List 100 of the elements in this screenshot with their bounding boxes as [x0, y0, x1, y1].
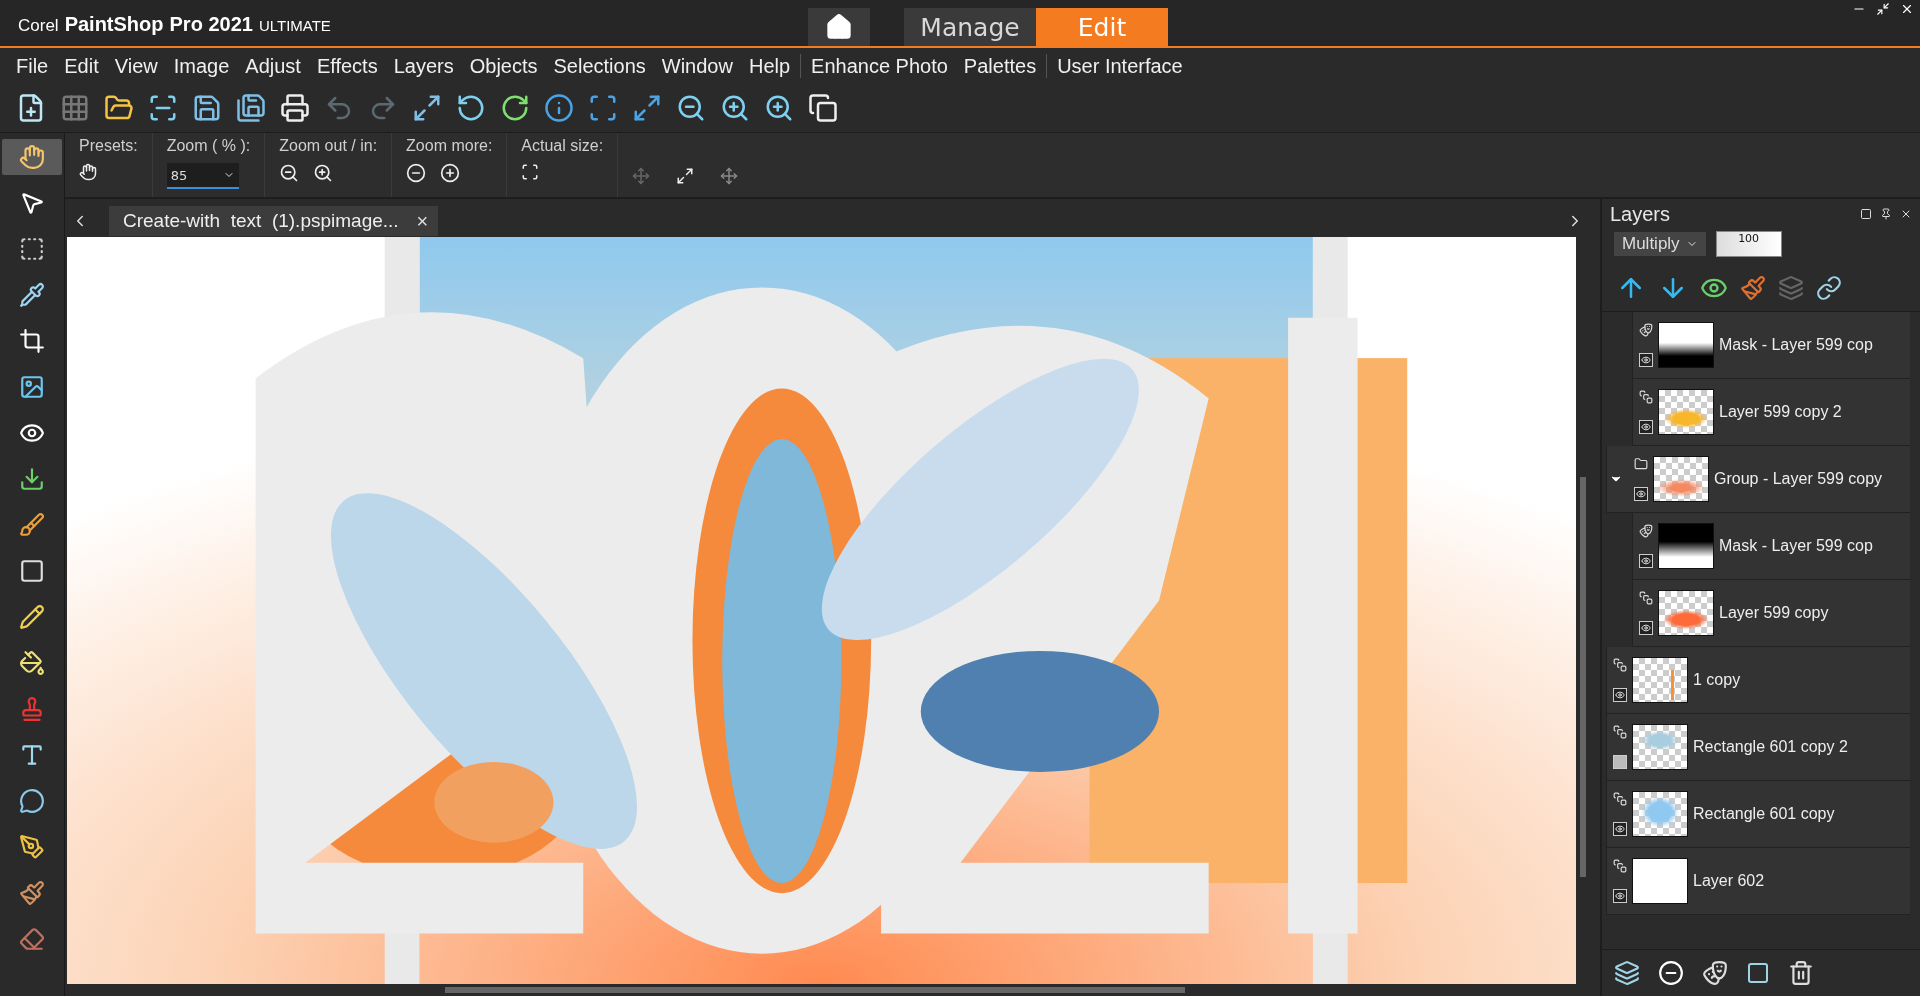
layer-name: Mask - Layer 599 cop — [1719, 537, 1873, 555]
rotate-left-icon[interactable] — [456, 93, 486, 123]
save-icon[interactable] — [192, 93, 222, 123]
product-edition: ULTIMATE — [258, 17, 331, 34]
actual-size-icon[interactable] — [588, 93, 618, 123]
mask-icon — [1639, 323, 1653, 337]
zoom-field[interactable]: 85 — [166, 163, 239, 189]
layer-icon — [1639, 390, 1653, 404]
layer-row[interactable]: Rectangle 601 copy 2 — [1606, 714, 1910, 781]
brush-icon — [19, 512, 45, 538]
layer-row[interactable]: Rectangle 601 copy — [1606, 781, 1910, 848]
link-icon[interactable] — [1816, 275, 1842, 301]
paintbrush-icon[interactable] — [1740, 275, 1766, 301]
speech-bubble-icon — [19, 788, 45, 814]
group-icon — [1634, 457, 1648, 471]
layer-row[interactable]: Mask - Layer 599 cop — [1632, 312, 1910, 379]
magnifier-icon[interactable] — [764, 93, 794, 123]
restore-icon[interactable] — [1876, 2, 1890, 16]
pin-icon[interactable] — [1880, 208, 1892, 220]
float-icon[interactable] — [1860, 208, 1872, 220]
workspace-tab[interactable]: Manage — [904, 8, 1036, 46]
layer-thumbnail — [1658, 389, 1714, 435]
menu-item[interactable]: Effects — [308, 54, 386, 78]
visibility-toggle[interactable] — [1613, 822, 1627, 836]
layer-name: Layer 599 copy 2 — [1719, 403, 1842, 421]
layer-row[interactable]: Group - Layer 599 copy — [1606, 446, 1910, 513]
save-as-icon[interactable] — [236, 93, 266, 123]
layer-name: Rectangle 601 copy 2 — [1693, 738, 1848, 756]
layer-thumbnail — [1658, 590, 1714, 636]
menu-item[interactable]: Selections — [545, 54, 654, 78]
document-tab[interactable]: Create-with text (1).pspimage... × — [109, 206, 439, 236]
selection-icon — [19, 236, 45, 262]
visibility-toggle[interactable] — [1639, 621, 1653, 635]
visibility-toggle[interactable] — [1613, 755, 1627, 769]
zoom-in-icon[interactable] — [313, 163, 334, 183]
info-icon[interactable] — [544, 93, 574, 123]
square-icon[interactable] — [1746, 961, 1770, 985]
documents-icon[interactable] — [808, 93, 838, 123]
menu-item[interactable]: Objects — [461, 54, 546, 78]
close-icon[interactable] — [1900, 2, 1914, 16]
menu-item[interactable]: Edit — [56, 54, 107, 78]
trash-icon[interactable] — [1788, 960, 1814, 986]
zoom-out-icon[interactable] — [676, 93, 706, 123]
visibility-toggle[interactable] — [1613, 889, 1627, 903]
blend-mode-dropdown[interactable]: Multiply — [1614, 232, 1706, 256]
visibility-toggle[interactable] — [1639, 353, 1653, 367]
zoom-minus-icon[interactable] — [406, 163, 427, 183]
menu-item[interactable]: Image — [165, 54, 238, 78]
visibility-toggle[interactable] — [1639, 554, 1653, 568]
menu-item[interactable]: Layers — [385, 54, 462, 78]
layer-row[interactable]: 1 copy — [1606, 647, 1910, 714]
fit-icon[interactable] — [676, 167, 695, 185]
paintbrush-icon — [19, 880, 45, 906]
rotate-right-icon[interactable] — [500, 93, 530, 123]
close-tab-button[interactable]: × — [416, 209, 429, 233]
layer-row[interactable]: Layer 602 — [1606, 848, 1910, 915]
layer-icon — [1613, 658, 1627, 672]
visibility-toggle[interactable] — [1639, 420, 1653, 434]
menu-item[interactable]: User Interface — [1049, 54, 1191, 78]
layer-row[interactable]: Mask - Layer 599 cop — [1632, 513, 1910, 580]
crop-icon — [19, 328, 45, 354]
menu-item[interactable]: Adjust — [237, 54, 309, 78]
home-button[interactable] — [808, 8, 870, 46]
menu-item[interactable]: Window — [653, 54, 741, 78]
layer-thumbnail — [1658, 523, 1714, 569]
fit-window-icon[interactable] — [632, 93, 662, 123]
pen-icon — [19, 834, 45, 860]
opacity-field[interactable]: 100 — [1715, 231, 1782, 257]
menu-item[interactable]: Enhance Photo — [803, 54, 956, 78]
layers-icon[interactable] — [1778, 275, 1804, 301]
layer-thumbnail — [1632, 791, 1688, 837]
visibility-toggle[interactable] — [1613, 688, 1627, 702]
visibility-toggle[interactable] — [1634, 487, 1648, 501]
zoom-in-icon[interactable] — [720, 93, 750, 123]
zoom-plus-icon[interactable] — [440, 163, 461, 183]
option-label: Presets: — [79, 137, 138, 155]
layer-name: Layer 599 copy — [1719, 604, 1829, 622]
layer-row[interactable]: Layer 599 copy 2 — [1632, 379, 1910, 446]
mask-icon[interactable] — [1702, 960, 1728, 986]
dropper-icon — [19, 282, 45, 308]
layer-row[interactable]: Layer 599 copy — [1632, 580, 1910, 647]
actual-size-icon[interactable] — [521, 163, 540, 181]
layer-name: Rectangle 601 copy — [1693, 805, 1835, 823]
eraser-icon — [19, 926, 45, 952]
hand-icon[interactable] — [79, 163, 97, 181]
layer-icon — [1613, 725, 1627, 739]
menu-item[interactable]: File — [8, 54, 57, 78]
printer-icon[interactable] — [280, 93, 310, 123]
hand-icon — [19, 144, 45, 170]
layer-thumbnail — [1632, 724, 1688, 770]
pencil-icon — [19, 604, 45, 630]
layer-thumbnail — [1658, 322, 1714, 368]
menu-item[interactable]: Help — [740, 54, 799, 78]
menu-item[interactable]: View — [106, 54, 166, 78]
menu-item[interactable]: Palettes — [955, 54, 1045, 78]
new-layer-icon[interactable] — [1614, 960, 1640, 986]
close-icon[interactable] — [1900, 208, 1912, 220]
grid-icon[interactable] — [60, 93, 90, 123]
resize-icon[interactable] — [412, 93, 442, 123]
zoom-out-icon[interactable] — [279, 163, 300, 183]
